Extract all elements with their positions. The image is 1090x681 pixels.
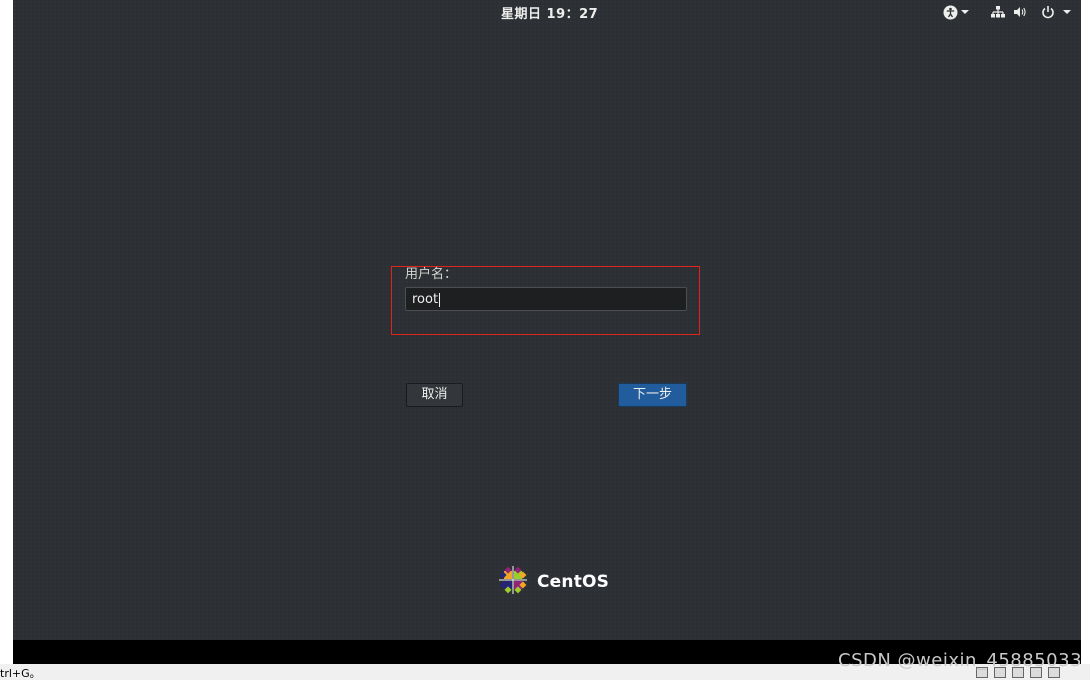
centos-wordmark: CentOS (537, 572, 610, 592)
username-value: root (412, 292, 439, 307)
login-form: 用户名： root 取消 下一步 (13, 0, 1081, 640)
username-input[interactable]: root (405, 287, 687, 311)
watermark: CSDN @weixin_45885033 (838, 650, 1083, 671)
text-caret (439, 292, 441, 307)
cancel-button[interactable]: 取消 (406, 383, 463, 407)
centos-logo-icon (495, 562, 531, 602)
vm-screen[interactable]: 星期日 19：27 用户名： root 取消 下一步 CentOS (13, 0, 1081, 640)
next-button[interactable]: 下一步 (618, 383, 687, 407)
centos-branding: CentOS (495, 562, 609, 602)
username-label: 用户名： (405, 267, 458, 282)
status-hint-text: trl+G。 (0, 667, 41, 680)
